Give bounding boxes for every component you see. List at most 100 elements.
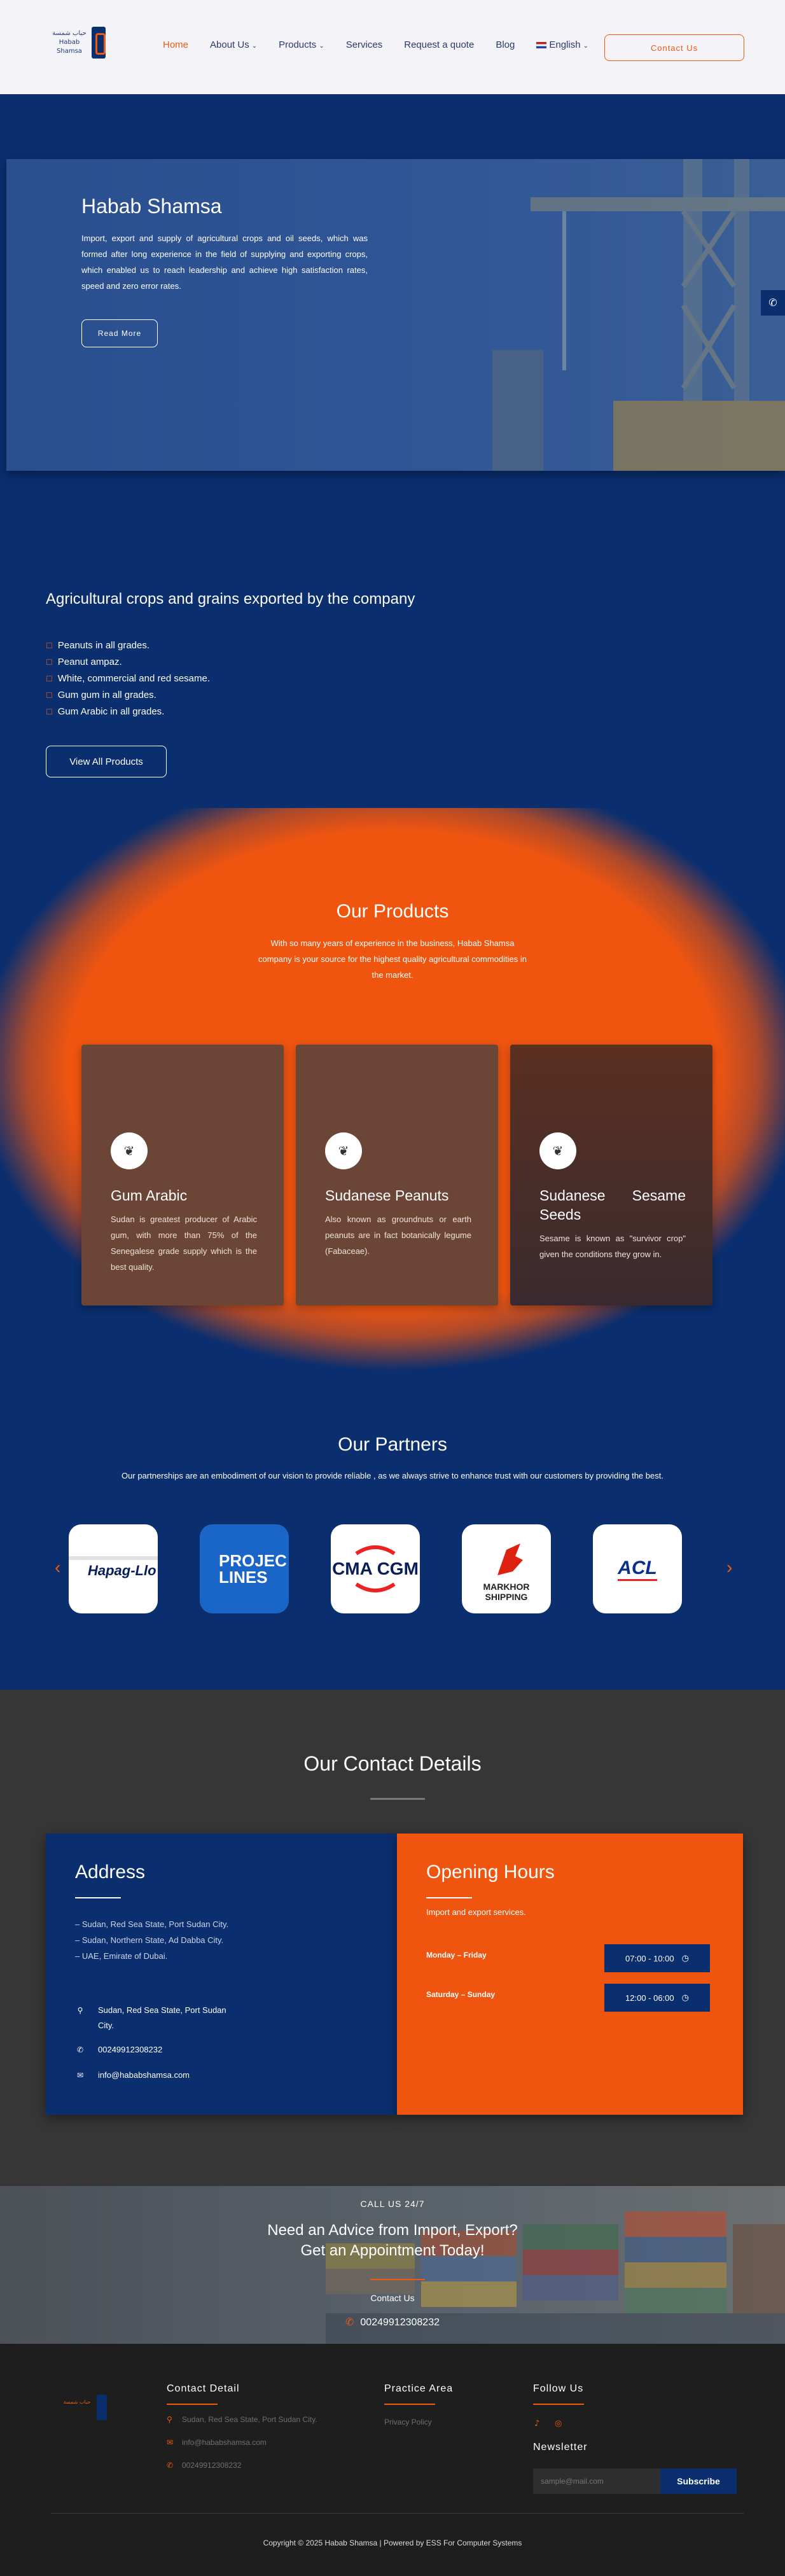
hours-description: Import and export services.: [426, 1907, 526, 1917]
leaf-icon: ❦: [325, 1132, 362, 1169]
list-item: White, commercial and red sesame.: [46, 671, 210, 687]
instagram-icon[interactable]: ◎: [555, 2419, 562, 2428]
phone-icon: ✆: [167, 2461, 174, 2470]
product-card-text: Sudan is greatest producer of Arabic gum…: [111, 1215, 257, 1272]
nav-services[interactable]: Services: [346, 39, 383, 50]
partner-logo-acl[interactable]: ACL: [593, 1524, 682, 1613]
leaf-icon: ❦: [539, 1132, 576, 1169]
list-item: Peanuts in all grades.: [46, 637, 210, 654]
call-phone-text: 00249912308232: [360, 2317, 440, 2328]
product-card-title: Sudanese Sesame Seeds: [539, 1187, 686, 1223]
call-contact-link[interactable]: Contact Us: [0, 2293, 785, 2303]
partners-subtitle: Our partnerships are an embodiment of ou…: [122, 1471, 663, 1480]
logo-mark-icon: [92, 27, 106, 59]
product-card-text: Sesame is known as "survivor crop" given…: [539, 1234, 686, 1259]
hero-title: Habab Shamsa: [81, 195, 222, 218]
partner-logo-hapag-lloyd[interactable]: Hapag-Llo: [69, 1524, 158, 1613]
contact-phone[interactable]: ✆ 00249912308232: [75, 2042, 266, 2057]
address-box: Address – Sudan, Red Sea State, Port Sud…: [46, 1834, 397, 2115]
list-item: Gum Arabic in all grades.: [46, 704, 210, 720]
chevron-down-icon: ⌄: [583, 43, 588, 50]
hours-days: Saturday – Sunday: [426, 1990, 496, 1999]
clock-icon: ◷: [681, 1993, 689, 2003]
call-headline: Need an Advice from Import, Export? Get …: [0, 2220, 785, 2261]
call-phone[interactable]: ✆ 00249912308232: [0, 2316, 785, 2329]
divider: [167, 2404, 218, 2405]
phone-icon[interactable]: ✆: [761, 290, 785, 316]
phone-text: 00249912308232: [98, 2045, 163, 2054]
port-crane-image: [492, 159, 785, 471]
hero-description: Import, export and supply of agricultura…: [81, 233, 368, 291]
hours-time: 07:00 - 10:00: [625, 1953, 674, 1963]
footer-divider: [51, 2513, 744, 2514]
products-subtitle: With so many years of experience in the …: [258, 938, 527, 980]
newsletter-title: Newsletter: [533, 2442, 588, 2453]
hours-row: Saturday – Sunday 12:00 - 06:00 ◷: [426, 1984, 710, 2012]
chevron-down-icon: ⌄: [251, 43, 258, 50]
nav-home[interactable]: Home: [163, 39, 188, 50]
address-line: – Sudan, Northern State, Ad Dabba City.: [75, 1935, 224, 1945]
hours-row: Monday – Friday 07:00 - 10:00 ◷: [426, 1944, 710, 1972]
footer-location: ⚲ Sudan, Red Sea State, Port Sudan City.: [167, 2415, 317, 2424]
footer-logo[interactable]: حباب شمسة: [61, 2393, 109, 2421]
hours-time-badge: 12:00 - 06:00 ◷: [604, 1984, 710, 2012]
address-line: – UAE, Emirate of Dubai.: [75, 1951, 168, 1961]
product-card-text: Also known as groundnuts or earth peanut…: [325, 1215, 471, 1256]
nav-products[interactable]: Products ⌄: [279, 39, 324, 50]
email-text: info@hababshamsa.com: [98, 2070, 190, 2080]
contact-email[interactable]: ✉ info@hababshamsa.com: [75, 2068, 266, 2083]
chevron-left-icon[interactable]: ‹: [55, 1557, 60, 1578]
envelope-icon: ✉: [167, 2438, 174, 2447]
phone-icon: ✆: [345, 2316, 354, 2328]
clock-icon: ◷: [681, 1953, 689, 1963]
divider: [370, 2279, 425, 2280]
contact-us-button[interactable]: Contact Us: [604, 34, 744, 61]
location-text: Sudan, Red Sea State, Port Sudan City.: [98, 2005, 226, 2030]
product-card-title: Gum Arabic: [111, 1187, 188, 1204]
address-title: Address: [75, 1862, 146, 1883]
partner-logo-text: PROJEC LINES: [219, 1551, 287, 1587]
hours-title: Opening Hours: [426, 1862, 555, 1883]
hours-days: Monday – Friday: [426, 1951, 487, 1960]
nav-about-us[interactable]: About Us ⌄: [210, 39, 257, 50]
partner-logo-cma-cgm[interactable]: CMA CGM: [331, 1524, 420, 1613]
call-headline-line: Need an Advice from Import, Export?: [267, 2222, 518, 2239]
subscribe-button[interactable]: Subscribe: [660, 2468, 737, 2494]
product-card-sesame[interactable]: ❦ Sudanese Sesame Seeds Sesame is known …: [510, 1045, 712, 1305]
site-logo[interactable]: حباب شمسة Habab Shamsa: [50, 25, 108, 62]
view-all-products-button[interactable]: View All Products: [46, 746, 167, 777]
contact-title: Our Contact Details: [303, 1752, 482, 1775]
divider: [370, 1798, 425, 1800]
product-card-gum-arabic[interactable]: ❦ Gum Arabic Sudan is greatest producer …: [81, 1045, 284, 1305]
contact-location: ⚲ Sudan, Red Sea State, Port Sudan City.: [75, 2003, 240, 2033]
nav-request-quote[interactable]: Request a quote: [404, 39, 474, 50]
partner-logo-project-lines[interactable]: PROJEC LINES: [200, 1524, 289, 1613]
privacy-link-text: Privacy Policy: [384, 2418, 432, 2426]
logo-text: حباب شمسة Habab Shamsa: [52, 30, 87, 55]
partner-logo-text: MARKHOR SHIPPING: [483, 1582, 530, 1602]
partner-logo-text: Hapag-Llo: [69, 1556, 158, 1582]
nav-blog[interactable]: Blog: [496, 39, 515, 50]
product-card-peanuts[interactable]: ❦ Sudanese Peanuts Also known as groundn…: [296, 1045, 498, 1305]
partner-logo-markhor[interactable]: MARKHOR SHIPPING: [462, 1524, 551, 1613]
newsletter-email-input[interactable]: [533, 2468, 660, 2494]
partners-title: Our Partners: [338, 1434, 447, 1455]
chevron-right-icon[interactable]: ›: [726, 1557, 732, 1578]
footer-privacy-link[interactable]: Privacy Policy: [384, 2418, 432, 2426]
hours-time-badge: 07:00 - 10:00 ◷: [604, 1944, 710, 1972]
divider: [426, 1897, 472, 1898]
nav-language[interactable]: English ⌄: [536, 39, 588, 50]
map-pin-icon: ⚲: [167, 2415, 172, 2424]
read-more-button[interactable]: Read More: [81, 319, 158, 347]
main-nav: Home About Us ⌄ Products ⌄ Services Reques…: [163, 39, 610, 50]
footer-email[interactable]: ✉ info@hababshamsa.com: [167, 2438, 267, 2447]
product-card-title: Sudanese Peanuts: [325, 1187, 449, 1204]
logo-mark-icon: [97, 2395, 107, 2420]
list-item: Peanut ampaz.: [46, 654, 210, 671]
divider: [384, 2404, 435, 2405]
footer-phone[interactable]: ✆ 00249912308232: [167, 2461, 241, 2470]
footer-follow-title: Follow Us: [533, 2383, 584, 2394]
footer-contact-title: Contact Detail: [167, 2383, 240, 2394]
tiktok-icon[interactable]: ♪: [534, 2419, 539, 2428]
call-headline-line: Get an Appointment Today!: [300, 2242, 485, 2259]
